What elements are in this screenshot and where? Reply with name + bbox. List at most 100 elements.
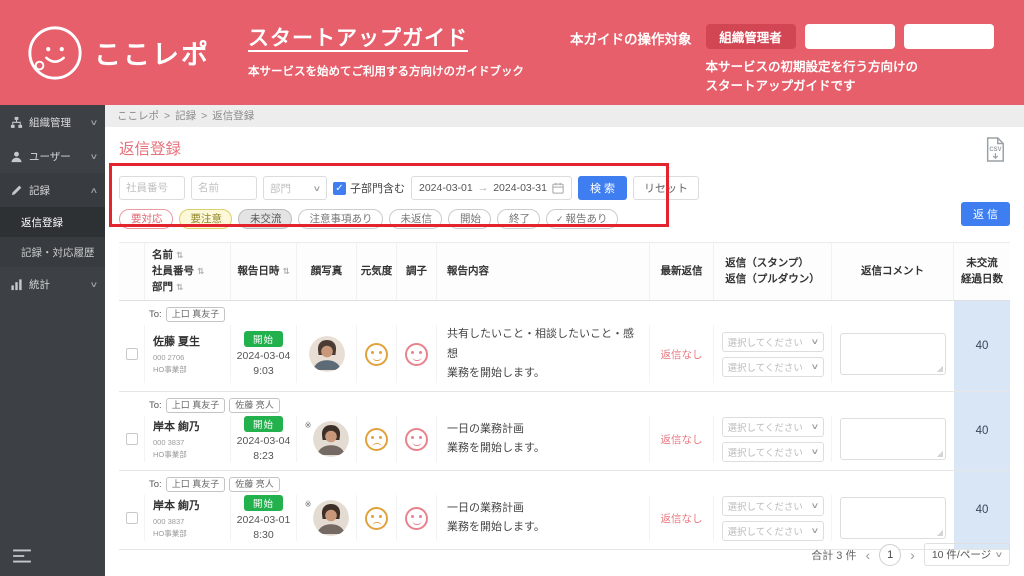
breadcrumb-separator: > — [201, 110, 208, 122]
sidebar-item-reply-registration[interactable]: 返信登録 — [0, 207, 105, 237]
col-report-datetime: 報告日時 ⇅ — [231, 243, 297, 301]
col-photo: 顔写真 — [297, 243, 357, 301]
table-row: To: 上口 真友子 佐藤 夏生 000 2706 HO事業部 開始 2024-… — [119, 301, 1010, 392]
reply-stamp-select[interactable]: 選択してください ∨ — [721, 495, 824, 516]
days-elapsed-value: 40 — [954, 392, 1010, 470]
sidebar-item-record-history[interactable]: 記録・対応履歴 — [0, 237, 105, 267]
chevron-down-icon: ∨ — [810, 337, 819, 347]
breadcrumb: ここレポ > 記録 > 返信登録 — [105, 105, 1024, 127]
guide-description: 本サービスの初期設定を行う方向けの スタートアップガイドです — [706, 58, 994, 97]
chip-caution[interactable]: 要注意 — [178, 209, 232, 229]
chevron-down-icon: ∨ — [89, 279, 99, 289]
chip-started[interactable]: 開始 — [448, 209, 491, 229]
per-page-select[interactable]: 10 件/ページ ∨ — [923, 543, 1010, 566]
breadcrumb-section[interactable]: 記録 — [175, 105, 196, 127]
chip-no-reply[interactable]: 未返信 — [388, 209, 442, 229]
employee-number: 000 2706 — [153, 353, 185, 363]
reply-stamp-select[interactable]: 選択してください ∨ — [721, 331, 824, 352]
col-days-elapsed: 未交流 経過日数 — [961, 256, 1003, 285]
employee-department: HO事業部 — [153, 528, 187, 538]
chevron-down-icon: ∨ — [89, 151, 99, 161]
note-mark: ※ — [304, 420, 312, 430]
condition-face-icon — [405, 506, 428, 530]
report-date: 2024-03-04 — [236, 350, 291, 363]
reply-pulldown-select[interactable]: 選択してください ∨ — [721, 520, 824, 541]
status-badge: 開始 — [243, 495, 283, 511]
sort-icon[interactable]: ⇅ — [176, 282, 183, 292]
sort-icon[interactable]: ⇅ — [176, 250, 183, 260]
employee-number: 000 3837 — [153, 517, 185, 527]
recipient-tag: 上口 真友子 — [165, 307, 226, 323]
chip-has-report[interactable]: ✓ 報告あり — [546, 209, 618, 229]
row-checkbox[interactable] — [125, 512, 138, 524]
department-select[interactable]: 部門 ∨ — [263, 176, 327, 200]
sidebar-item-users[interactable]: ユーザー ∨ — [0, 139, 105, 173]
latest-reply-status: 返信なし — [660, 512, 703, 525]
report-time: 8:30 — [253, 529, 274, 541]
latest-reply-status: 返信なし — [660, 433, 703, 446]
report-content: 共有したいこと・相談したいこと・感想 業務を開始します。 — [437, 325, 650, 383]
status-badge: 開始 — [243, 331, 283, 348]
breadcrumb-current: 返信登録 — [212, 110, 255, 122]
csv-download-icon[interactable]: CSV — [984, 137, 1006, 162]
report-datetime: 開始 2024-03-04 9:03 — [231, 325, 297, 383]
employee-name: 佐藤 夏生 — [153, 336, 201, 349]
reply-button[interactable]: 返 信 — [960, 202, 1010, 226]
chip-needs-response[interactable]: 要対応 — [119, 209, 173, 229]
reply-stamp-select[interactable]: 選択してください ∨ — [721, 416, 824, 437]
to-label: To: — [149, 400, 162, 411]
row-checkbox[interactable] — [125, 348, 138, 361]
col-condition: 調子 — [397, 243, 437, 301]
sidebar-item-org-management[interactable]: 組織管理 ∨ — [0, 105, 105, 139]
days-elapsed-value: 40 — [954, 471, 1010, 549]
date-range-arrow: → — [477, 182, 489, 194]
prev-page-icon[interactable]: ‹ — [865, 547, 870, 563]
sort-icon[interactable]: ⇅ — [282, 265, 289, 278]
reset-button[interactable]: リセット — [633, 176, 699, 200]
main-content: ここレポ > 記録 > 返信登録 返信登録 CSV 部門 — [105, 105, 1024, 576]
calendar-icon[interactable] — [552, 182, 564, 194]
reply-pulldown-select[interactable]: 選択してください ∨ — [721, 441, 824, 462]
org-chart-icon — [10, 116, 23, 128]
reply-comment-textarea[interactable] — [840, 497, 946, 539]
report-datetime: 開始 2024-03-04 8:23 — [231, 416, 297, 462]
pagination: 合計 3 件 ‹ 1 › 10 件/ページ ∨ — [811, 543, 1010, 566]
sort-icon[interactable]: ⇅ — [197, 266, 204, 276]
row-checkbox[interactable] — [125, 433, 138, 445]
reply-pulldown-select[interactable]: 選択してください ∨ — [721, 356, 824, 377]
subdepartment-checkbox[interactable]: ✓ — [333, 181, 346, 195]
sidebar-item-statistics[interactable]: 統計 ∨ — [0, 267, 105, 301]
employee-info: 岸本 絢乃 000 3837 HO事業部 — [145, 416, 231, 462]
chip-no-interaction[interactable]: 未交流 — [238, 209, 292, 229]
condition-face-icon — [405, 427, 428, 451]
chip-ended[interactable]: 終了 — [497, 209, 540, 229]
target-button-3[interactable] — [903, 24, 994, 49]
next-page-icon[interactable]: › — [910, 547, 915, 563]
target-org-admin-button[interactable]: 組織管理者 — [705, 24, 796, 49]
report-date: 2024-03-04 — [236, 435, 291, 447]
breadcrumb-home[interactable]: ここレポ — [117, 105, 159, 127]
reply-comment-textarea[interactable] — [840, 333, 946, 376]
employee-number-input[interactable] — [119, 176, 185, 200]
chevron-down-icon: ∨ — [810, 447, 819, 456]
page-number[interactable]: 1 — [879, 543, 902, 566]
name-input[interactable] — [191, 176, 257, 200]
status-badge: 開始 — [243, 416, 283, 432]
user-icon — [11, 151, 22, 162]
date-to-value[interactable]: 2024-03-31 — [493, 182, 547, 194]
sidebar: 組織管理 ∨ ユーザー ∨ 記録 ∧ 返信登録 記録・対応履歴 統計 ∨ — [0, 105, 105, 576]
chip-has-notes[interactable]: 注意事項あり — [297, 209, 383, 229]
target-button-2[interactable] — [804, 24, 895, 49]
recipients-line: To: 上口 真友子 佐藤 亮人 — [119, 397, 954, 414]
top-banner: ここレポ スタートアップガイド 本サービスを始めてご利用する方向けのガイドブック… — [0, 0, 1024, 105]
date-from-value[interactable]: 2024-03-01 — [419, 182, 473, 194]
reply-comment-textarea[interactable] — [840, 418, 946, 460]
sidebar-item-records[interactable]: 記録 ∧ — [0, 173, 105, 207]
pencil-icon — [11, 185, 22, 195]
col-reply-comment: 返信コメント — [832, 243, 954, 301]
sidebar-collapse-icon[interactable] — [12, 548, 32, 564]
col-reply-stamp-pulldown: 返信（スタンプ） 返信（プルダウン） — [714, 243, 832, 301]
search-button[interactable]: 検 索 — [577, 176, 627, 200]
date-range-picker: 2024-03-01 → 2024-03-31 — [411, 176, 572, 200]
chevron-down-icon: ∨ — [994, 550, 1004, 559]
